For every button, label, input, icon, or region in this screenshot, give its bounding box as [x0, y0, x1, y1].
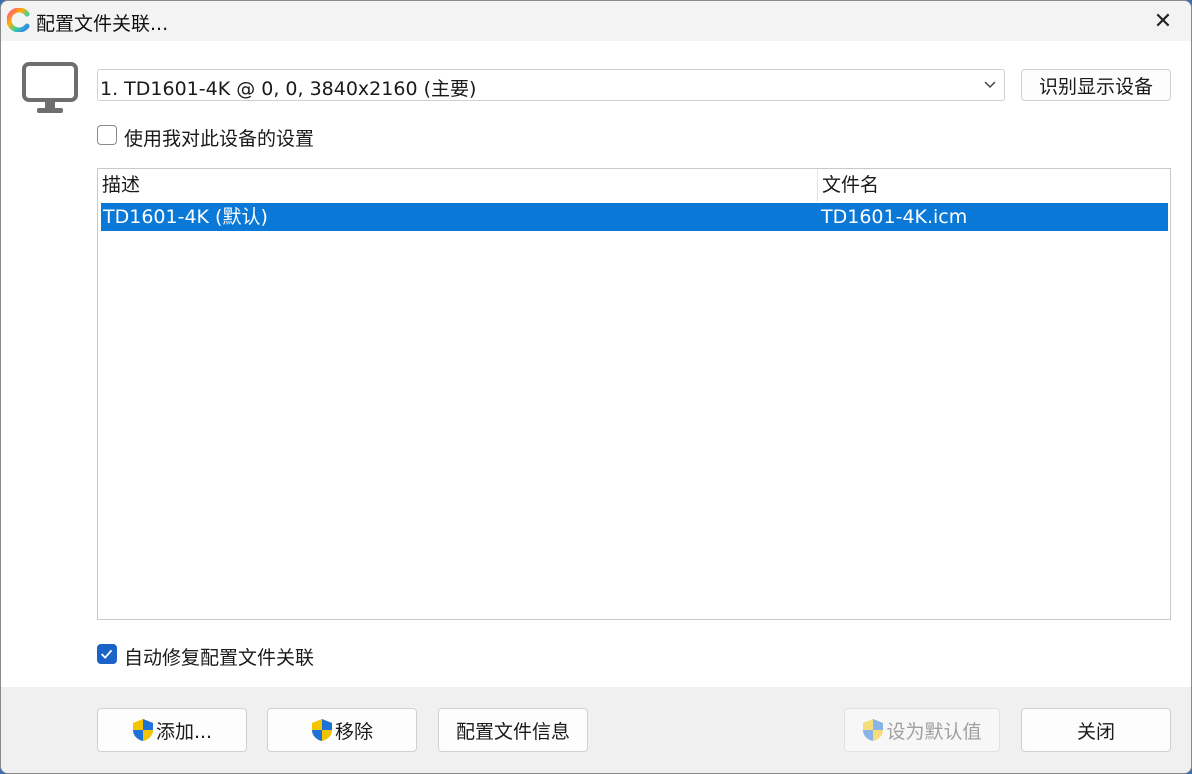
uac-shield-icon: [311, 719, 332, 741]
set-default-button-label: 设为默认值: [886, 720, 982, 743]
use-my-settings-label: 使用我对此设备的设置: [124, 128, 315, 150]
profile-association-dialog: 配置文件关联... ✕ 1. TD1601-4K @ 0, 0, 3840x21…: [0, 0, 1192, 774]
row-filename: TD1601-4K.icm: [821, 206, 968, 228]
auto-repair-label: 自动修复配置文件关联: [124, 647, 315, 669]
title-bar[interactable]: 配置文件关联... ✕: [1, 1, 1191, 41]
chevron-down-icon: [984, 81, 996, 89]
profile-list-header: 描述 文件名: [98, 169, 1170, 202]
button-bar: 添加... 移除 配置文件信息 设为默认值 关闭: [1, 687, 1191, 773]
dialog-body: 1. TD1601-4K @ 0, 0, 3840x2160 (主要) 识别显示…: [1, 41, 1191, 687]
column-header-description[interactable]: 描述: [98, 169, 817, 202]
checkmark-icon: [100, 649, 113, 659]
monitor-icon: [22, 62, 78, 113]
close-button[interactable]: 关闭: [1021, 708, 1171, 752]
device-select-value: 1. TD1601-4K @ 0, 0, 3840x2160 (主要): [100, 78, 477, 100]
remove-button[interactable]: 移除: [267, 708, 417, 752]
add-button-label: 添加...: [155, 720, 213, 743]
app-logo-icon: [7, 8, 30, 32]
use-my-settings-checkbox[interactable]: [97, 125, 117, 145]
row-description: TD1601-4K (默认): [103, 206, 268, 228]
remove-button-label: 移除: [334, 720, 373, 743]
column-header-filename[interactable]: 文件名: [818, 169, 1168, 202]
identify-displays-button[interactable]: 识别显示设备: [1021, 69, 1171, 101]
uac-shield-icon: [132, 719, 153, 741]
table-row[interactable]: TD1601-4K (默认) TD1601-4K.icm: [101, 203, 1168, 231]
device-select[interactable]: 1. TD1601-4K @ 0, 0, 3840x2160 (主要): [97, 69, 1005, 101]
profile-info-button[interactable]: 配置文件信息: [438, 708, 588, 752]
window-title: 配置文件关联...: [36, 13, 169, 35]
close-icon[interactable]: ✕: [1135, 1, 1191, 41]
set-default-button[interactable]: 设为默认值: [844, 708, 1000, 752]
add-button[interactable]: 添加...: [97, 708, 247, 752]
profile-list[interactable]: 描述 文件名 TD1601-4K (默认) TD1601-4K.icm: [97, 168, 1171, 620]
uac-shield-icon: [863, 719, 884, 741]
auto-repair-checkbox[interactable]: [97, 644, 117, 664]
